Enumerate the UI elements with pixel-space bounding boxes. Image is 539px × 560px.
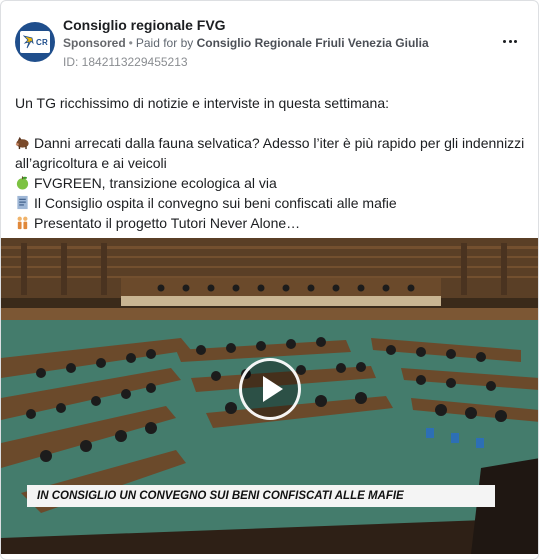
avatar[interactable]: CR — [15, 22, 55, 62]
people-icon — [17, 216, 28, 230]
post-header: CR Consiglio regionale FVG Sponsored • Pai… — [1, 1, 538, 77]
post-body: Un TG ricchissimo di notizie e intervist… — [15, 93, 535, 233]
more-options-button[interactable] — [498, 31, 522, 51]
video-player[interactable]: IN CONSIGLIO UN CONVEGNO SUI BENI CONFIS… — [1, 238, 538, 554]
meta-separator: • — [128, 36, 133, 50]
more-dot — [508, 39, 512, 43]
post-item-2-text: FVGREEN, transizione ecologica al via — [34, 175, 277, 191]
sponsored-post-card: CR Consiglio regionale FVG Sponsored • Pai… — [0, 0, 539, 560]
post-item-1-continued: all’agricoltura e ai veicoli — [15, 155, 167, 171]
avatar-logo: CR — [20, 31, 50, 53]
sponsored-label[interactable]: Sponsored — [63, 36, 126, 50]
sponsored-meta: Sponsored • Paid for by Consiglio Regional… — [63, 36, 429, 50]
post-item-1: Danni arrecati dalla fauna selvatica? Ad… — [15, 133, 535, 153]
boar-icon — [15, 136, 29, 150]
green-apple-icon — [16, 176, 29, 190]
more-dot — [513, 39, 517, 43]
avatar-text: CR — [36, 37, 48, 47]
post-item-3: Il Consiglio ospita il convegno sui beni… — [15, 193, 535, 213]
more-horizontal-icon — [503, 39, 507, 43]
video-caption-banner: IN CONSIGLIO UN CONVEGNO SUI BENI CONFIS… — [27, 485, 495, 507]
post-item-4: Presentato il progetto Tutori Never Alon… — [15, 213, 535, 233]
play-button[interactable] — [239, 358, 301, 420]
video-caption: IN CONSIGLIO UN CONVEGNO SUI BENI CONFIS… — [37, 490, 404, 502]
post-item-4-text: Presentato il progetto Tutori Never Alon… — [34, 215, 301, 231]
post-item-2: FVGREEN, transizione ecologica al via — [15, 173, 535, 193]
payer-name[interactable]: Consiglio Regionale Friuli Venezia Giuli… — [197, 36, 429, 50]
document-icon — [17, 195, 28, 210]
post-intro: Un TG ricchissimo di notizie e intervist… — [15, 95, 390, 111]
page-name-link[interactable]: Consiglio regionale FVG — [63, 17, 226, 33]
paid-for-prefix: Paid for by — [135, 36, 194, 50]
post-item-3-text: Il Consiglio ospita il convegno sui beni… — [34, 195, 397, 211]
play-icon — [263, 376, 283, 402]
post-item-1-text: Danni arrecati dalla fauna selvatica? Ad… — [34, 135, 525, 151]
eagle-emblem-icon — [23, 35, 34, 49]
ad-id: ID: 1842113229455213 — [63, 55, 188, 69]
